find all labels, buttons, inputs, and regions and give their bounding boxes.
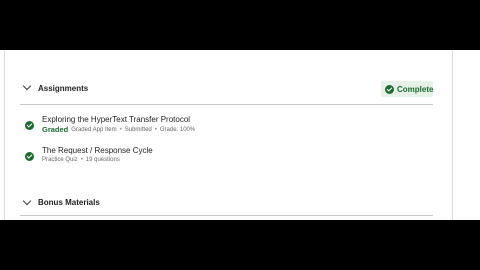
graded-badge: Graded xyxy=(42,125,69,134)
item-type: Graded App Item xyxy=(71,126,117,133)
meta-separator: • xyxy=(119,126,122,133)
section-divider xyxy=(20,215,433,216)
item-meta: Practice Quiz • 19 questions xyxy=(42,157,120,163)
item-details: 19 questions xyxy=(85,157,120,163)
status-badge-label: Complete xyxy=(397,84,434,94)
section-title-bonus: Bonus Materials xyxy=(38,198,100,207)
check-circle-icon xyxy=(25,121,34,130)
check-circle-icon xyxy=(25,152,34,161)
item-grade: Grade: 100% xyxy=(159,126,196,133)
chevron-down-icon[interactable] xyxy=(22,81,32,91)
item-status: Submitted xyxy=(124,126,152,133)
status-badge-complete: Complete xyxy=(381,81,433,97)
item-title-link[interactable]: Exploring the HyperText Transfer Protoco… xyxy=(42,115,190,124)
chevron-down-icon[interactable] xyxy=(22,196,32,206)
panel-border-right xyxy=(452,50,453,220)
meta-separator: • xyxy=(80,157,83,163)
panel-border-left xyxy=(4,50,5,220)
item-title-link[interactable]: The Request / Response Cycle xyxy=(42,146,153,155)
check-circle-icon xyxy=(385,84,394,94)
meta-separator: • xyxy=(154,126,157,133)
item-meta: Graded Graded App Item • Submitted • Gra… xyxy=(42,125,195,134)
section-title-assignments: Assignments xyxy=(38,84,89,93)
item-type: Practice Quiz xyxy=(42,157,78,163)
course-module-panel: Assignments Complete Exploring the Hyper… xyxy=(0,50,480,220)
section-divider xyxy=(20,104,433,105)
